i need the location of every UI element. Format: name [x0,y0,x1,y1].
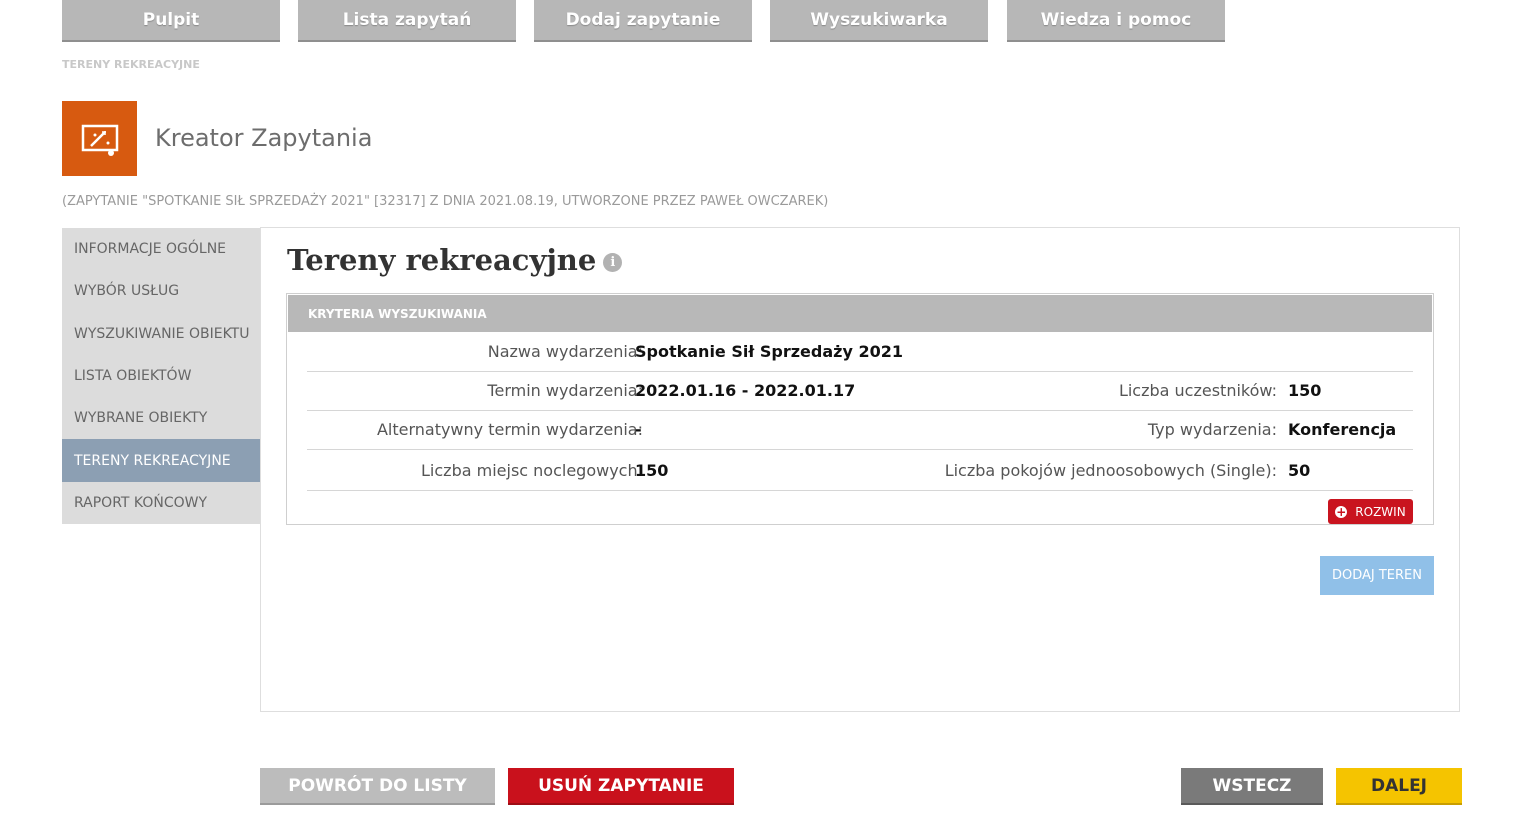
criteria-row: Liczba miejsc noclegowych: 150 Liczba po… [307,452,1413,491]
next-button[interactable]: DALEJ [1336,768,1462,805]
request-info: (ZAPYTANIE "SPOTKANIE SIŁ SPRZEDAŻY 2021… [62,194,829,209]
nav-pulpit[interactable]: Pulpit [62,0,280,42]
criteria-value: - [635,420,642,439]
criteria-label: Typ wydarzenia: [1147,420,1277,439]
criteria-value: 150 [1288,381,1322,400]
criteria-label: Termin wydarzenia: [487,381,643,400]
page-title: Kreator Zapytania [155,124,373,152]
criteria-row: Termin wydarzenia: 2022.01.16 - 2022.01.… [307,372,1413,411]
criteria-header: KRYTERIA WYSZUKIWANIA [288,295,1432,332]
sidebar-item-raport-koncowy[interactable]: RAPORT KOŃCOWY [62,481,262,525]
criteria-label: Liczba pokojów jednoosobowych (Single): [944,461,1277,480]
criteria-label: Liczba miejsc noclegowych: [421,461,643,480]
delete-request-button[interactable]: USUŃ ZAPYTANIE [508,768,734,805]
criteria-label: Alternatywny termin wydarzenia: [376,420,643,439]
nav-wiedza-i-pomoc[interactable]: Wiedza i pomoc [1007,0,1225,42]
criteria-label: Nazwa wydarzenia: [487,342,643,361]
expand-label: ROZWIN [1355,504,1406,519]
nav-dodaj-zapytanie[interactable]: Dodaj zapytanie [534,0,752,42]
expand-button[interactable]: + ROZWIN [1328,499,1413,524]
wizard-sidebar: INFORMACJE OGÓLNE WYBÓR USŁUG WYSZUKIWAN… [62,228,262,525]
sidebar-item-wybrane-obiekty[interactable]: WYBRANE OBIEKTY [62,397,262,440]
search-criteria-box: KRYTERIA WYSZUKIWANIA Nazwa wydarzenia: … [286,293,1434,525]
wand-screen-icon [62,101,137,176]
nav-lista-zapytan[interactable]: Lista zapytań [298,0,516,42]
breadcrumb: TERENY REKREACYJNE [62,58,200,71]
criteria-value: Spotkanie Sił Sprzedaży 2021 [635,342,903,361]
nav-wyszukiwarka[interactable]: Wyszukiwarka [770,0,988,42]
plus-circle-icon: + [1335,504,1348,519]
previous-button[interactable]: WSTECZ [1181,768,1323,805]
criteria-value: Konferencja [1288,420,1397,439]
criteria-value: 150 [635,461,669,480]
section-title: Tereny rekreacyjne [287,243,597,277]
criteria-value: 2022.01.16 - 2022.01.17 [635,381,856,400]
add-area-button[interactable]: DODAJ TEREN [1320,556,1434,595]
criteria-row: Alternatywny termin wydarzenia: - Typ wy… [307,411,1413,450]
criteria-label: Liczba uczestników: [1118,381,1277,400]
back-to-list-button[interactable]: POWRÓT DO LISTY [260,768,495,805]
sidebar-item-tereny-rekreacyjne[interactable]: TERENY REKREACYJNE [62,439,262,482]
sidebar-item-wyszukiwanie-obiektu[interactable]: WYSZUKIWANIE OBIEKTU [62,312,262,355]
sidebar-item-lista-obiektow[interactable]: LISTA OBIEKTÓW [62,354,262,398]
sidebar-item-wybor-uslug[interactable]: WYBÓR USŁUG [62,270,262,313]
criteria-row: Nazwa wydarzenia: Spotkanie Sił Sprzedaż… [307,333,1413,372]
sidebar-item-informacje-ogolne[interactable]: INFORMACJE OGÓLNE [62,228,262,271]
info-icon[interactable]: i [603,252,623,272]
criteria-value: 50 [1288,461,1311,480]
section-heading: Tereny rekreacyjne i [287,243,623,277]
